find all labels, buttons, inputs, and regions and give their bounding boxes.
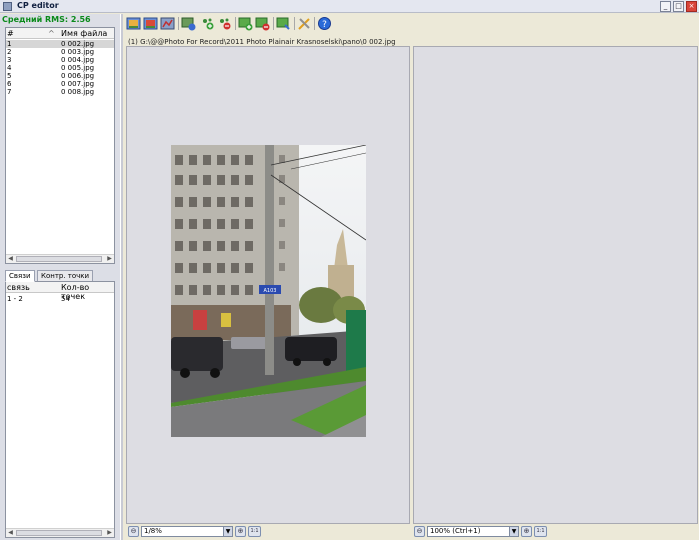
app-icon xyxy=(3,2,12,11)
row-index: 7 xyxy=(7,88,12,96)
links-list-header: связь Кол-во точек xyxy=(6,282,114,301)
add-point-icon[interactable] xyxy=(200,16,215,31)
row-index: 1 xyxy=(7,40,12,48)
optimize-icon[interactable] xyxy=(160,16,175,31)
table-row[interactable]: 2 0 003.jpg xyxy=(6,48,114,56)
scroll-left-icon[interactable]: ◀ xyxy=(6,255,15,263)
add-points-green-icon[interactable] xyxy=(238,16,253,31)
panorama-photo[interactable]: A103 xyxy=(171,145,366,437)
svg-text:?: ? xyxy=(322,20,327,30)
close-button[interactable]: × xyxy=(686,1,697,12)
row-index: 2 xyxy=(7,48,12,56)
row-filename: 0 008.jpg xyxy=(61,88,95,96)
rms-label: Средний RMS: 2.56 xyxy=(2,15,91,24)
toolbar-separator xyxy=(178,17,179,30)
left-zoom-value: 1/8% xyxy=(144,527,162,535)
svg-text:A103: A103 xyxy=(264,288,277,294)
toolbar: ? xyxy=(123,14,699,34)
toolbar-separator xyxy=(294,17,295,30)
left-pane: Средний RMS: 2.56 # ^ Имя файла 1 0 002.j… xyxy=(0,14,120,540)
zoom-1to1-button[interactable]: 1:1 xyxy=(534,526,547,537)
add-images-icon[interactable] xyxy=(126,16,141,31)
minimize-button[interactable]: _ xyxy=(660,1,671,12)
chevron-down-icon[interactable]: ▼ xyxy=(223,527,232,536)
scroll-thumb[interactable] xyxy=(16,530,102,536)
right-zoom-select[interactable]: 100% (Ctrl+1) ▼ xyxy=(427,526,519,537)
row-index: 4 xyxy=(7,64,12,72)
toolbar-separator xyxy=(314,17,315,30)
images-list-header: # ^ Имя файла xyxy=(6,28,114,39)
zoom-in-icon[interactable]: ⊕ xyxy=(521,526,532,537)
row-filename: 0 004.jpg xyxy=(61,56,95,64)
list-item[interactable]: 1 - 2 54 xyxy=(6,295,114,303)
row-index: 6 xyxy=(7,80,12,88)
row-filename: 0 006.jpg xyxy=(61,72,95,80)
maximize-button[interactable]: □ xyxy=(673,1,684,12)
left-zoom-select[interactable]: 1/8% ▼ xyxy=(141,526,233,537)
left-zoom-bar: ⊖ 1/8% ▼ ⊕ 1:1 xyxy=(128,526,268,538)
row-index: 5 xyxy=(7,72,12,80)
zoom-out-icon[interactable]: ⊖ xyxy=(414,526,425,537)
remove-point-icon[interactable] xyxy=(217,16,232,31)
row-filename: 0 003.jpg xyxy=(61,48,95,56)
scroll-right-icon[interactable]: ▶ xyxy=(105,529,114,537)
table-row[interactable]: 3 0 004.jpg xyxy=(6,56,114,64)
column-index-header[interactable]: # xyxy=(7,29,14,38)
sort-arrow-icon[interactable]: ^ xyxy=(48,29,55,38)
toolbar-separator xyxy=(235,17,236,30)
image-path-label: (1) G:\@@Photo For Record\2011 Photo Pla… xyxy=(128,38,396,46)
column-filename-header[interactable]: Имя файла xyxy=(61,29,107,38)
right-zoom-value: 100% (Ctrl+1) xyxy=(430,527,481,535)
chevron-down-icon[interactable]: ▼ xyxy=(509,527,518,536)
row-filename: 0 002.jpg xyxy=(61,40,95,48)
toolbar-separator xyxy=(273,17,274,30)
scroll-thumb[interactable] xyxy=(16,256,102,262)
row-filename: 0 007.jpg xyxy=(61,80,95,88)
link-count: 54 xyxy=(61,295,70,303)
settings-tools-icon[interactable] xyxy=(297,16,312,31)
images-list-scrollbar[interactable]: ◀ ▶ xyxy=(6,254,114,263)
links-list[interactable]: связь Кол-во точек 1 - 2 54 ◀ ▶ xyxy=(5,281,115,538)
help-icon[interactable]: ? xyxy=(317,16,332,31)
links-list-scrollbar[interactable]: ◀ ▶ xyxy=(6,528,114,537)
title-bar: CP editor _ □ × xyxy=(0,0,699,13)
detect-points-icon[interactable] xyxy=(181,16,196,31)
window-title: CP editor xyxy=(17,1,59,10)
table-row[interactable]: 5 0 006.jpg xyxy=(6,72,114,80)
table-row[interactable]: 7 0 008.jpg xyxy=(6,88,114,96)
table-row[interactable]: 4 0 005.jpg xyxy=(6,64,114,72)
tab-links[interactable]: Связи xyxy=(5,270,35,282)
fit-icon[interactable] xyxy=(276,16,291,31)
zoom-1to1-button[interactable]: 1:1 xyxy=(248,526,261,537)
column-link-header[interactable]: связь xyxy=(7,283,30,292)
scroll-right-icon[interactable]: ▶ xyxy=(105,255,114,263)
right-zoom-bar: ⊖ 100% (Ctrl+1) ▼ ⊕ 1:1 xyxy=(414,526,554,538)
table-row[interactable]: 1 0 002.jpg xyxy=(6,40,114,48)
link-name: 1 - 2 xyxy=(7,295,23,303)
table-row[interactable]: 6 0 007.jpg xyxy=(6,80,114,88)
zoom-out-icon[interactable]: ⊖ xyxy=(128,526,139,537)
zoom-in-icon[interactable]: ⊕ xyxy=(235,526,246,537)
right-image-viewer[interactable] xyxy=(413,46,698,524)
pane-splitter[interactable] xyxy=(120,14,123,540)
row-index: 3 xyxy=(7,56,12,64)
remove-images-icon[interactable] xyxy=(143,16,158,31)
remove-points-green-icon[interactable] xyxy=(255,16,270,31)
row-filename: 0 005.jpg xyxy=(61,64,95,72)
images-list[interactable]: # ^ Имя файла 1 0 002.jpg 2 0 003.jpg 3 0 004… xyxy=(5,27,115,264)
scroll-left-icon[interactable]: ◀ xyxy=(6,529,15,537)
